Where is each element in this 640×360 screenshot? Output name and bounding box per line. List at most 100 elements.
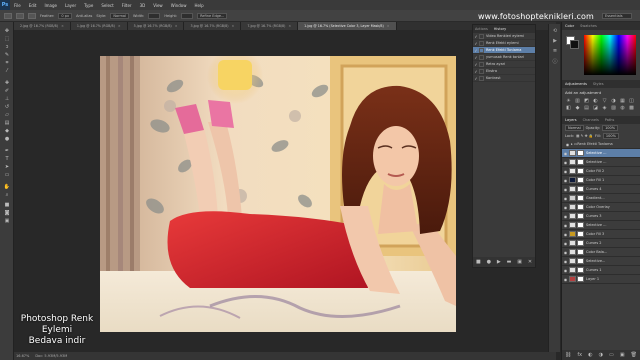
action-row[interactable]: ✓ Kontrast [473, 75, 535, 82]
style-select[interactable]: Normal [110, 12, 129, 19]
layer-row[interactable]: ◉ Selective ... [562, 221, 640, 230]
layers-footer-icon[interactable]: ◐ [588, 352, 592, 358]
brush-tool-icon[interactable]: ✐ [3, 88, 11, 94]
layer-row[interactable]: ◉ Color Fill 3 [562, 230, 640, 239]
layer-row[interactable]: ◉ Color Fill 1 [562, 176, 640, 185]
layers-footer-icon[interactable]: ◑ [599, 352, 603, 358]
layers-footer-icon[interactable]: 🗑 [631, 352, 637, 358]
tool-preset-button[interactable] [4, 12, 12, 19]
adjustment-icon[interactable]: ◍ [619, 105, 626, 111]
layer-mask-thumbnail[interactable] [577, 159, 584, 165]
tab-history[interactable]: History [494, 27, 506, 31]
clone-stamp-tool-icon[interactable]: ⊥ [3, 96, 11, 102]
menu-3d[interactable]: 3D [136, 3, 150, 8]
eye-icon[interactable]: ◉ [562, 151, 569, 156]
layer-thumbnail[interactable] [569, 249, 576, 255]
shape-tool-icon[interactable]: ▭ [3, 172, 11, 178]
layer-thumbnail[interactable] [569, 150, 576, 156]
dialog-toggle-box[interactable] [479, 75, 484, 81]
opacity-input[interactable]: 100% [602, 125, 619, 131]
dodge-tool-icon[interactable]: ● [3, 136, 11, 142]
properties-icon[interactable]: ≣ [551, 48, 559, 55]
dialog-toggle-box[interactable] [479, 40, 484, 46]
layer-thumbnail[interactable] [569, 213, 576, 219]
tab-styles[interactable]: Styles [593, 82, 604, 86]
action-row[interactable]: ✓ Video Renkleri eylemi [473, 33, 535, 40]
layer-mask-thumbnail[interactable] [577, 186, 584, 192]
adjustment-icon[interactable]: ▨ [610, 105, 617, 111]
marquee-tool-icon[interactable]: ⬚ [3, 36, 11, 42]
layer-row[interactable]: ◉ Curves 1 [562, 266, 640, 275]
lasso-tool-icon[interactable]: ↄ [3, 44, 11, 50]
adjustment-icon[interactable]: ◆ [574, 105, 581, 111]
eye-icon[interactable]: ◉ [562, 178, 569, 183]
color-spectrum[interactable] [584, 35, 636, 75]
eye-icon[interactable]: ◉ [562, 223, 569, 228]
history-icon[interactable]: ⟲ [551, 28, 559, 35]
dialog-toggle-box[interactable] [479, 54, 484, 60]
layer-thumbnail[interactable] [569, 231, 576, 237]
lock-icons[interactable]: ▦ ✎ ✥ 🔒 [576, 134, 593, 138]
action-row[interactable]: ✓ Renk Efekti Tonlama [473, 47, 535, 54]
document-tab[interactable]: 1.jpg @ 16.7% (RGB/8) × [70, 22, 128, 30]
adjustment-icon[interactable]: ▽ [601, 98, 608, 104]
layer-thumbnail[interactable] [569, 204, 576, 210]
foreground-color-swatch[interactable]: ■ [3, 202, 11, 208]
dialog-toggle-box[interactable] [479, 47, 484, 53]
layer-thumbnail[interactable] [569, 168, 576, 174]
actions-icon[interactable]: ▶ [551, 38, 559, 45]
feather-input[interactable]: 0 px [58, 12, 73, 19]
info-icon[interactable]: ⓘ [551, 58, 559, 65]
close-icon[interactable]: × [288, 24, 291, 28]
background-swatch[interactable] [570, 40, 579, 49]
layer-thumbnail[interactable] [569, 195, 576, 201]
dialog-toggle-box[interactable] [479, 68, 484, 74]
move-tool-icon[interactable]: ✥ [3, 28, 11, 34]
close-icon[interactable]: × [232, 24, 235, 28]
tab-layers[interactable]: Layers [565, 118, 577, 122]
gradient-tool-icon[interactable]: ▤ [3, 120, 11, 126]
anti-alias-checkbox[interactable]: Anti-alias [76, 14, 92, 18]
layer-thumbnail[interactable] [569, 240, 576, 246]
eye-icon[interactable]: ◉ [564, 142, 571, 147]
adjustment-icon[interactable]: ◩ [583, 98, 590, 104]
menu-help[interactable]: Help [190, 3, 207, 8]
layer-mask-thumbnail[interactable] [577, 222, 584, 228]
layer-mask-thumbnail[interactable] [577, 177, 584, 183]
close-icon[interactable]: × [175, 24, 178, 28]
dialog-toggle-box[interactable] [479, 33, 484, 39]
quick-select-tool-icon[interactable]: ✎ [3, 52, 11, 58]
adjustment-icon[interactable]: ▥ [574, 98, 581, 104]
refine-edge-button[interactable]: Refine Edge... [197, 12, 228, 19]
layer-mask-thumbnail[interactable] [577, 258, 584, 264]
layer-thumbnail[interactable] [569, 276, 576, 282]
workspace-select[interactable]: Essentials [602, 13, 632, 19]
layer-mask-thumbnail[interactable] [577, 276, 584, 282]
menu-window[interactable]: Window [167, 3, 191, 8]
adjustment-icon[interactable]: ◐ [592, 98, 599, 104]
eye-icon[interactable]: ◉ [562, 205, 569, 210]
layer-row[interactable]: ◉ Selective ... [562, 149, 640, 158]
adjustment-icon[interactable]: ◈ [601, 105, 608, 111]
action-footer-icon[interactable]: ● [487, 259, 491, 265]
action-footer-icon[interactable]: ▶ [497, 259, 501, 265]
action-row[interactable]: ✓ yumusak Renk tonlari [473, 54, 535, 61]
layer-mask-thumbnail[interactable] [577, 150, 584, 156]
adjustment-icon[interactable]: ◫ [628, 98, 635, 104]
action-row[interactable]: ✓ Ekstra [473, 68, 535, 75]
menu-select[interactable]: Select [97, 3, 117, 8]
layers-footer-icon[interactable]: fx [577, 352, 582, 358]
layer-thumbnail[interactable] [569, 267, 576, 273]
layer-thumbnail[interactable] [569, 186, 576, 192]
close-icon[interactable]: × [387, 24, 390, 28]
layer-row[interactable]: ◉ Selective... [562, 257, 640, 266]
tab-paths[interactable]: Paths [605, 118, 615, 122]
action-row[interactable]: ✓ Retro ayari [473, 61, 535, 68]
hand-tool-icon[interactable]: ✋ [3, 184, 11, 190]
menu-type[interactable]: Type [80, 3, 97, 8]
layer-row[interactable]: ◉ Selective ... [562, 158, 640, 167]
eye-icon[interactable]: ◉ [562, 250, 569, 255]
layer-mask-thumbnail[interactable] [577, 240, 584, 246]
tab-actions[interactable]: Actions [475, 27, 488, 31]
close-icon[interactable]: × [61, 24, 64, 28]
